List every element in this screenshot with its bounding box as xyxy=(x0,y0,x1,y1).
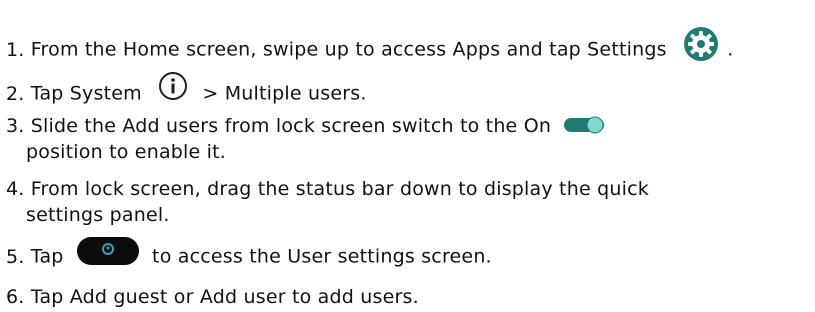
gear-icon xyxy=(681,24,721,64)
step-1: 1. From the Home screen, swipe up to acc… xyxy=(6,27,734,70)
step-4: 4. From lock screen, drag the status bar… xyxy=(6,176,649,228)
step-text-continued: settings panel. xyxy=(26,204,170,226)
step-text: Tap Add guest or Add user to add users. xyxy=(30,286,419,308)
step-5: 5. Tap to access the User settings scree… xyxy=(6,237,492,272)
step-number: 3. xyxy=(6,115,25,137)
step-number: 5. xyxy=(6,245,25,268)
step-number: 2. xyxy=(6,82,25,105)
step-2: 2. Tap System > Multiple users. xyxy=(6,72,367,109)
step-text: Slide the Add users from lock screen swi… xyxy=(30,115,552,137)
step-text-end: to access the User settings screen. xyxy=(152,245,492,268)
step-6: 6. Tap Add guest or Add user to add user… xyxy=(6,284,419,310)
info-icon xyxy=(158,71,188,101)
step-text-end: > Multiple users. xyxy=(202,82,367,105)
step-text-end: . xyxy=(727,38,734,61)
step-text: Tap xyxy=(30,245,64,268)
step-number: 6. xyxy=(6,286,25,308)
step-number: 1. xyxy=(6,38,25,61)
step-text: From lock screen, drag the status bar do… xyxy=(30,178,649,200)
step-text-continued: position to enable it. xyxy=(26,141,227,163)
step-text: Tap System xyxy=(30,82,142,105)
step-3: 3. Slide the Add users from lock screen … xyxy=(6,113,607,165)
step-text: From the Home screen, swipe up to access… xyxy=(30,38,667,61)
user-switch-icon xyxy=(76,236,140,266)
step-number: 4. xyxy=(6,178,25,200)
toggle-on-icon xyxy=(563,114,607,136)
